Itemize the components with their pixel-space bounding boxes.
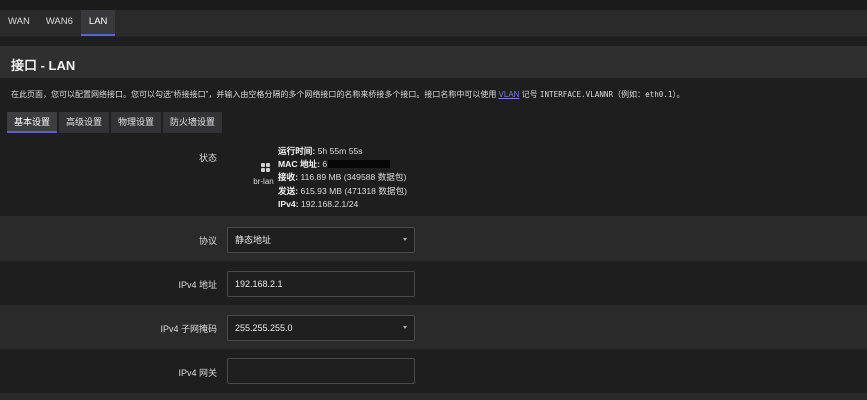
- subtab-basic-settings[interactable]: 基本设置: [7, 112, 58, 133]
- protocol-value: 静态地址: [235, 235, 272, 245]
- ipv4-netmask-select[interactable]: 255.255.255.0: [227, 315, 415, 341]
- page-description: 在此页面，您可以配置网络接口。您可以勾选“桥接接口”，并输入由空格分隔的多个网络…: [0, 78, 867, 110]
- ipv4-gateway-label: IPv4 网关: [178, 368, 217, 378]
- rx-value: 116.89 MB (349588 数据包): [300, 172, 407, 183]
- chevron-down-icon: [403, 238, 407, 241]
- interface-name: br-lan: [253, 177, 274, 186]
- uptime-value: 5h 55m 55s: [317, 146, 363, 156]
- ipv4-netmask-row: IPv4 子网掩码 255.255.255.0: [0, 305, 867, 349]
- subtab-firewall-settings[interactable]: 防火墙设置: [163, 112, 223, 133]
- status-row: 状态 br-lan 运行时间: 5h 55m 55s MAC 地址: 6 接收:…: [0, 137, 867, 216]
- ipv4-address-label: IPv4 地址: [178, 280, 217, 290]
- mac-value: 6: [322, 159, 328, 170]
- settings-subtabs: 基本设置 高级设置 物理设置 防火墙设置: [7, 112, 223, 133]
- mac-label: MAC 地址:: [278, 159, 321, 170]
- interface-stats: 运行时间: 5h 55m 55s MAC 地址: 6 接收: 116.89 MB…: [278, 145, 407, 211]
- page-title: 接口 - LAN: [11, 58, 76, 73]
- vlan-notation: INTERFACE.VLANNR: [539, 90, 614, 99]
- ipv4-netmask-value: 255.255.255.0: [235, 323, 293, 333]
- interface-badge: br-lan: [253, 163, 276, 186]
- next-row: [0, 393, 867, 400]
- ipv4-netmask-label: IPv4 子网掩码: [160, 324, 217, 334]
- top-strip: [0, 0, 867, 10]
- uptime-label: 运行时间:: [278, 146, 316, 156]
- tx-value: 615.93 MB (471318 数据包): [300, 185, 407, 196]
- tab-wan6[interactable]: WAN6: [38, 10, 81, 36]
- subtab-physical-settings[interactable]: 物理设置: [111, 112, 162, 133]
- tx-label: 发送:: [278, 185, 299, 196]
- ipv4-gateway-row: IPv4 网关: [0, 349, 867, 393]
- rx-label: 接收:: [278, 172, 299, 183]
- protocol-label: 协议: [198, 236, 217, 246]
- example-close: ）。: [672, 90, 685, 99]
- tab-lan[interactable]: LAN: [80, 10, 116, 36]
- redacted-mac-block: [328, 160, 391, 169]
- chevron-down-icon: [403, 326, 407, 329]
- vlan-link[interactable]: VLAN: [499, 90, 520, 99]
- example-interface: eth0.1: [645, 90, 673, 99]
- ipv4-label: IPv4:: [278, 198, 299, 209]
- ipv4-value: 192.168.2.1/24: [300, 198, 359, 209]
- description-middle: 记号: [519, 90, 540, 99]
- ipv4-address-input[interactable]: 192.168.2.1: [227, 271, 415, 297]
- protocol-row: 协议 静态地址: [0, 216, 867, 261]
- subtab-advanced-settings[interactable]: 高级设置: [59, 112, 110, 133]
- description-text: 在此页面，您可以配置网络接口。您可以勾选“桥接接口”，并输入由空格分隔的多个网络…: [11, 90, 499, 99]
- page-title-bar: 接口 - LAN: [0, 46, 867, 78]
- status-label: 状态: [198, 153, 217, 163]
- protocol-select[interactable]: 静态地址: [227, 227, 415, 253]
- ipv4-address-row: IPv4 地址 192.168.2.1: [0, 261, 867, 305]
- network-bridge-icon: [259, 163, 271, 173]
- tab-wan[interactable]: WAN: [0, 10, 38, 36]
- interface-tab-bar: WAN WAN6 LAN: [0, 10, 867, 37]
- example-open: （例如：: [613, 90, 646, 99]
- ipv4-address-value: 192.168.2.1: [235, 279, 283, 289]
- ipv4-gateway-input[interactable]: [227, 358, 415, 384]
